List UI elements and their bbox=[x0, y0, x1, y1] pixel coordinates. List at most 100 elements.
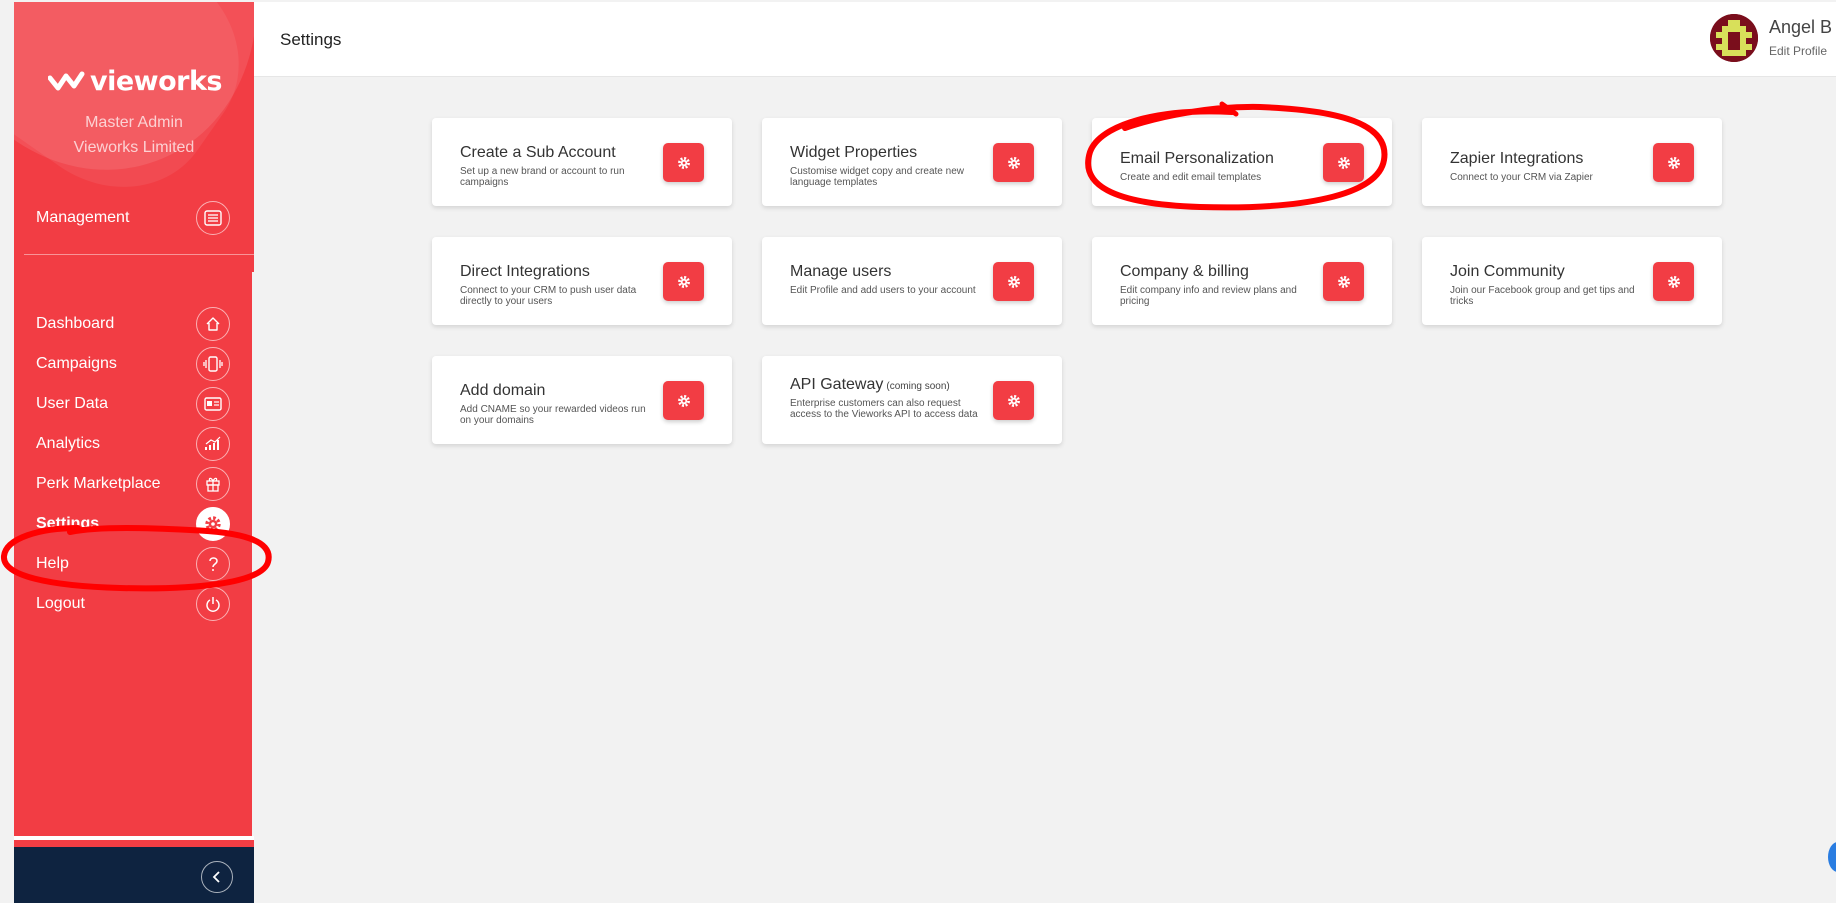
card-description: Create and edit email templates bbox=[1120, 172, 1262, 183]
settings-card-company-billing[interactable]: Company & billing Edit company info and … bbox=[1092, 237, 1392, 325]
card-settings-button[interactable] bbox=[1653, 143, 1694, 182]
sidebar-item-dashboard[interactable]: Dashboard bbox=[14, 304, 254, 344]
sidebar-item-help[interactable]: Help bbox=[14, 544, 254, 584]
card-text: Zapier Integrations Connect to your CRM … bbox=[1450, 150, 1645, 183]
sidebar-item-label: Help bbox=[36, 555, 69, 572]
card-text: Direct Integrations Connect to your CRM … bbox=[460, 263, 655, 307]
card-settings-button[interactable] bbox=[993, 381, 1034, 420]
card-text: API Gateway (coming soon) Enterprise cust… bbox=[790, 376, 985, 420]
card-description: Enterprise customers can also request ac… bbox=[790, 398, 978, 420]
settings-card-add-domain[interactable]: Add domain Add CNAME so your rewarded vi… bbox=[432, 356, 732, 444]
id-card-icon bbox=[196, 387, 230, 421]
sidebar-item-label: User Data bbox=[36, 395, 109, 412]
sidebar-item-label: Campaigns bbox=[36, 355, 117, 372]
card-title: Company & billing bbox=[1120, 263, 1249, 280]
settings-card-join-community[interactable]: Join Community Join our Facebook group a… bbox=[1422, 237, 1722, 325]
card-text: Join Community Join our Facebook group a… bbox=[1450, 263, 1645, 307]
gear-icon bbox=[196, 507, 230, 541]
chat-widget-button[interactable] bbox=[1828, 842, 1836, 872]
gear-icon bbox=[1007, 275, 1020, 288]
settings-card-direct-integrations[interactable]: Direct Integrations Connect to your CRM … bbox=[432, 237, 732, 325]
gear-icon bbox=[1007, 156, 1020, 169]
sidebar-strip bbox=[14, 840, 254, 847]
collapse-sidebar-button[interactable] bbox=[201, 861, 233, 893]
card-description: Add CNAME so your rewarded videos run on… bbox=[460, 404, 646, 426]
card-settings-button[interactable] bbox=[663, 381, 704, 420]
card-text: Widget Properties Customise widget copy … bbox=[790, 144, 985, 188]
card-title: Add domain bbox=[460, 382, 546, 399]
sidebar-item-logout[interactable]: Logout bbox=[14, 584, 254, 624]
annotation-tick-email bbox=[1219, 101, 1239, 117]
chevron-left-icon bbox=[212, 871, 220, 883]
chart-icon bbox=[196, 427, 230, 461]
edit-profile-link[interactable]: Edit Profile bbox=[1769, 44, 1827, 58]
brand-logo[interactable]: vieworks bbox=[48, 66, 223, 97]
vieworks-logo-icon bbox=[48, 71, 85, 90]
brand-name: vieworks bbox=[90, 66, 223, 97]
card-title: Zapier Integrations bbox=[1450, 150, 1584, 167]
settings-card-widget-properties[interactable]: Widget Properties Customise widget copy … bbox=[762, 118, 1062, 206]
sidebar-item-settings[interactable]: Settings bbox=[14, 504, 254, 544]
card-description: Join our Facebook group and get tips and… bbox=[1450, 285, 1635, 307]
card-title: API Gateway (coming soon) bbox=[790, 376, 985, 394]
card-title: Direct Integrations bbox=[460, 263, 590, 280]
card-text: Manage users Edit Profile and add users … bbox=[790, 263, 985, 296]
card-settings-button[interactable] bbox=[663, 143, 704, 182]
card-description: Edit Profile and add users to your accou… bbox=[790, 285, 976, 296]
sidebar-item-analytics[interactable]: Analytics bbox=[14, 424, 254, 464]
sidebar-item-user-data[interactable]: User Data bbox=[14, 384, 254, 424]
card-description: Customise widget copy and create new lan… bbox=[790, 166, 964, 188]
settings-card-zapier-integrations[interactable]: Zapier Integrations Connect to your CRM … bbox=[1422, 118, 1722, 206]
card-description: Connect to your CRM via Zapier bbox=[1450, 172, 1593, 183]
card-settings-button[interactable] bbox=[993, 143, 1034, 182]
sidebar-item-perk-marketplace[interactable]: Perk Marketplace bbox=[14, 464, 254, 504]
gear-icon bbox=[677, 156, 690, 169]
top-bar: Settings Angel B Edit Profile bbox=[254, 2, 1836, 77]
account-role: Master Admin bbox=[85, 114, 183, 131]
card-title: Create a Sub Account bbox=[460, 144, 616, 161]
sidebar-item-campaigns[interactable]: Campaigns bbox=[14, 344, 254, 384]
card-title: Join Community bbox=[1450, 263, 1565, 280]
settings-card-manage-users[interactable]: Manage users Edit Profile and add users … bbox=[762, 237, 1062, 325]
settings-card-email-personalization[interactable]: Email Personalization Create and edit em… bbox=[1092, 118, 1392, 206]
card-description: Connect to your CRM to push user data di… bbox=[460, 285, 637, 307]
avatar-pattern-icon bbox=[1710, 14, 1758, 62]
organization-name: Vieworks Limited bbox=[73, 139, 195, 156]
gear-icon bbox=[677, 275, 690, 288]
card-settings-button[interactable] bbox=[993, 262, 1034, 301]
sidebar-item-management[interactable]: Management bbox=[14, 198, 254, 238]
card-description: Set up a new brand or account to run cam… bbox=[460, 166, 625, 188]
gear-icon bbox=[677, 394, 690, 407]
sidebar-item-label: Perk Marketplace bbox=[36, 475, 161, 492]
settings-card-create-sub-account[interactable]: Create a Sub Account Set up a new brand … bbox=[432, 118, 732, 206]
card-title: Widget Properties bbox=[790, 144, 918, 161]
card-text: Company & billing Edit company info and … bbox=[1120, 263, 1315, 307]
sidebar-item-label: Dashboard bbox=[36, 315, 115, 332]
user-name[interactable]: Angel B bbox=[1769, 17, 1832, 38]
list-icon bbox=[196, 201, 230, 235]
sidebar-footer bbox=[14, 847, 254, 903]
sidebar-item-label: Analytics bbox=[36, 435, 101, 452]
sidebar-header: vieworks Master Admin Vieworks Limited M… bbox=[14, 2, 254, 272]
sidebar-item-label: Management bbox=[36, 209, 130, 226]
sidebar-item-label: Logout bbox=[36, 595, 85, 612]
settings-page: vieworks Master Admin Vieworks Limited M… bbox=[0, 0, 1836, 903]
card-title-text: API Gateway bbox=[790, 376, 884, 393]
card-description: Edit company info and review plans and p… bbox=[1120, 285, 1297, 307]
gear-icon bbox=[1337, 156, 1350, 169]
card-settings-button[interactable] bbox=[1323, 262, 1364, 301]
sidebar: vieworks Master Admin Vieworks Limited M… bbox=[14, 2, 254, 903]
gift-icon bbox=[196, 467, 230, 501]
settings-card-api-gateway[interactable]: API Gateway (coming soon) Enterprise cust… bbox=[762, 356, 1062, 444]
sidebar-item-label: Settings bbox=[36, 515, 100, 532]
card-settings-button[interactable] bbox=[663, 262, 704, 301]
sidebar-divider bbox=[24, 254, 254, 255]
avatar[interactable] bbox=[1710, 14, 1758, 62]
sidebar-nav: Dashboard Campaigns User Data Analytics bbox=[14, 272, 252, 836]
card-settings-button[interactable] bbox=[1653, 262, 1694, 301]
power-icon bbox=[196, 587, 230, 621]
card-settings-button[interactable] bbox=[1323, 143, 1364, 182]
page-title: Settings bbox=[280, 30, 342, 49]
phone-vibrate-icon bbox=[196, 347, 230, 381]
coming-soon-note: (coming soon) bbox=[886, 381, 950, 392]
